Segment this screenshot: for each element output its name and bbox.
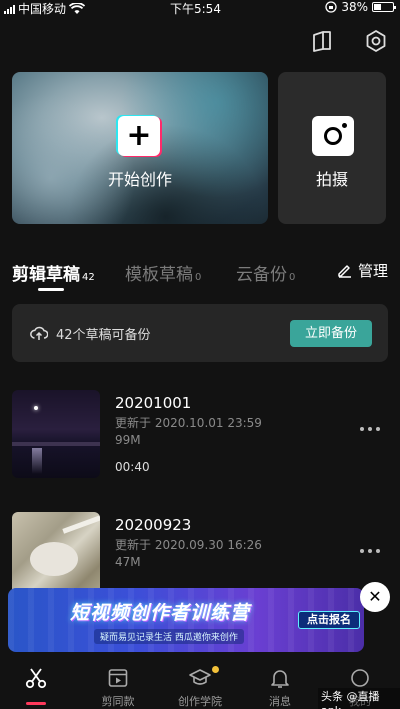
orientation-lock-icon xyxy=(325,1,337,13)
draft-title: 20201001 xyxy=(115,394,192,412)
ad-subtitle: 疑而易见记录生活 西瓜邀你来创作 xyxy=(94,629,244,644)
notification-badge xyxy=(212,666,219,673)
backup-banner: 42个草稿可备份 立即备份 xyxy=(12,304,388,362)
tab-label: 模板草稿 xyxy=(125,265,193,285)
start-creation-card[interactable]: + 开始创作 xyxy=(12,72,268,224)
wifi-icon xyxy=(69,2,86,14)
draft-size: 47M xyxy=(115,555,141,569)
cloud-upload-icon xyxy=(30,326,48,340)
template-video-icon xyxy=(108,669,128,687)
ad-signup-button[interactable]: 点击报名 xyxy=(298,611,360,629)
nav-item-templates[interactable]: 剪同款 xyxy=(78,666,158,709)
start-creation-label: 开始创作 xyxy=(107,170,172,189)
scissors-icon xyxy=(25,668,47,689)
battery-percent: 38% xyxy=(341,0,368,14)
close-icon[interactable]: ✕ xyxy=(360,582,390,612)
nav-item-edit[interactable] xyxy=(0,666,76,690)
tab-label: 云备份 xyxy=(236,265,287,285)
draft-duration: 00:40 xyxy=(115,460,150,474)
watermark: 头条 @直播apk xyxy=(318,688,400,709)
camera-icon xyxy=(312,116,354,156)
tab-count: 42 xyxy=(82,272,95,283)
tutorial-book-icon[interactable] xyxy=(309,28,335,54)
tab-count: 0 xyxy=(195,272,202,283)
tab-label: 剪辑草稿 xyxy=(12,265,80,285)
draft-thumbnail xyxy=(12,512,100,600)
shoot-label: 拍摄 xyxy=(315,170,348,189)
active-tab-indicator xyxy=(38,288,64,291)
nav-label: 创作学院 xyxy=(178,695,222,708)
nav-label: 消息 xyxy=(269,695,291,708)
status-bar: 中国移动 下午5:54 38% xyxy=(0,0,400,16)
clock: 下午5:54 xyxy=(170,2,221,16)
nav-label: 剪同款 xyxy=(101,695,135,708)
plus-icon: + xyxy=(118,116,160,156)
signal-icon xyxy=(4,4,15,14)
active-nav-indicator xyxy=(26,702,46,705)
graduation-cap-icon xyxy=(189,669,211,685)
manage-label: 管理 xyxy=(357,262,388,280)
settings-hexagon-icon[interactable] xyxy=(363,28,389,54)
tab-count: 0 xyxy=(289,272,296,283)
tab-cloud-backup[interactable]: 云备份 0 xyxy=(236,260,295,285)
draft-updated: 更新于 2020.09.30 16:26 xyxy=(115,538,262,552)
draft-tabs: 剪辑草稿 42 模板草稿 0 云备份 0 管理 xyxy=(12,260,388,296)
nav-item-messages[interactable]: 消息 xyxy=(240,666,320,709)
draft-title: 20200923 xyxy=(115,516,192,534)
shoot-card[interactable]: 拍摄 xyxy=(278,72,386,224)
battery-icon xyxy=(372,2,396,12)
tab-template-drafts[interactable]: 模板草稿 0 xyxy=(125,260,201,285)
backup-count-text: 42个草稿可备份 xyxy=(56,328,151,343)
nav-item-academy[interactable]: 创作学院 xyxy=(160,666,240,709)
draft-item[interactable]: 20201001 更新于 2020.10.01 23:59 99M 00:40 xyxy=(12,390,388,480)
manage-button[interactable]: 管理 xyxy=(337,260,388,281)
ad-banner[interactable]: 短视频创作者训练营 疑而易见记录生活 西瓜邀你来创作 点击报名 xyxy=(8,588,364,652)
backup-now-button[interactable]: 立即备份 xyxy=(290,320,372,347)
tab-edit-drafts[interactable]: 剪辑草稿 42 xyxy=(12,260,95,285)
bell-icon xyxy=(271,670,289,688)
draft-size: 99M xyxy=(115,433,141,447)
draft-updated: 更新于 2020.10.01 23:59 xyxy=(115,416,262,430)
carrier-name: 中国移动 xyxy=(18,2,67,16)
profile-icon xyxy=(351,669,369,687)
more-options-icon[interactable] xyxy=(360,546,380,556)
draft-thumbnail xyxy=(12,390,100,478)
edit-pencil-icon xyxy=(338,265,351,278)
ad-title: 短视频创作者训练营 xyxy=(70,602,251,624)
more-options-icon[interactable] xyxy=(360,424,380,434)
